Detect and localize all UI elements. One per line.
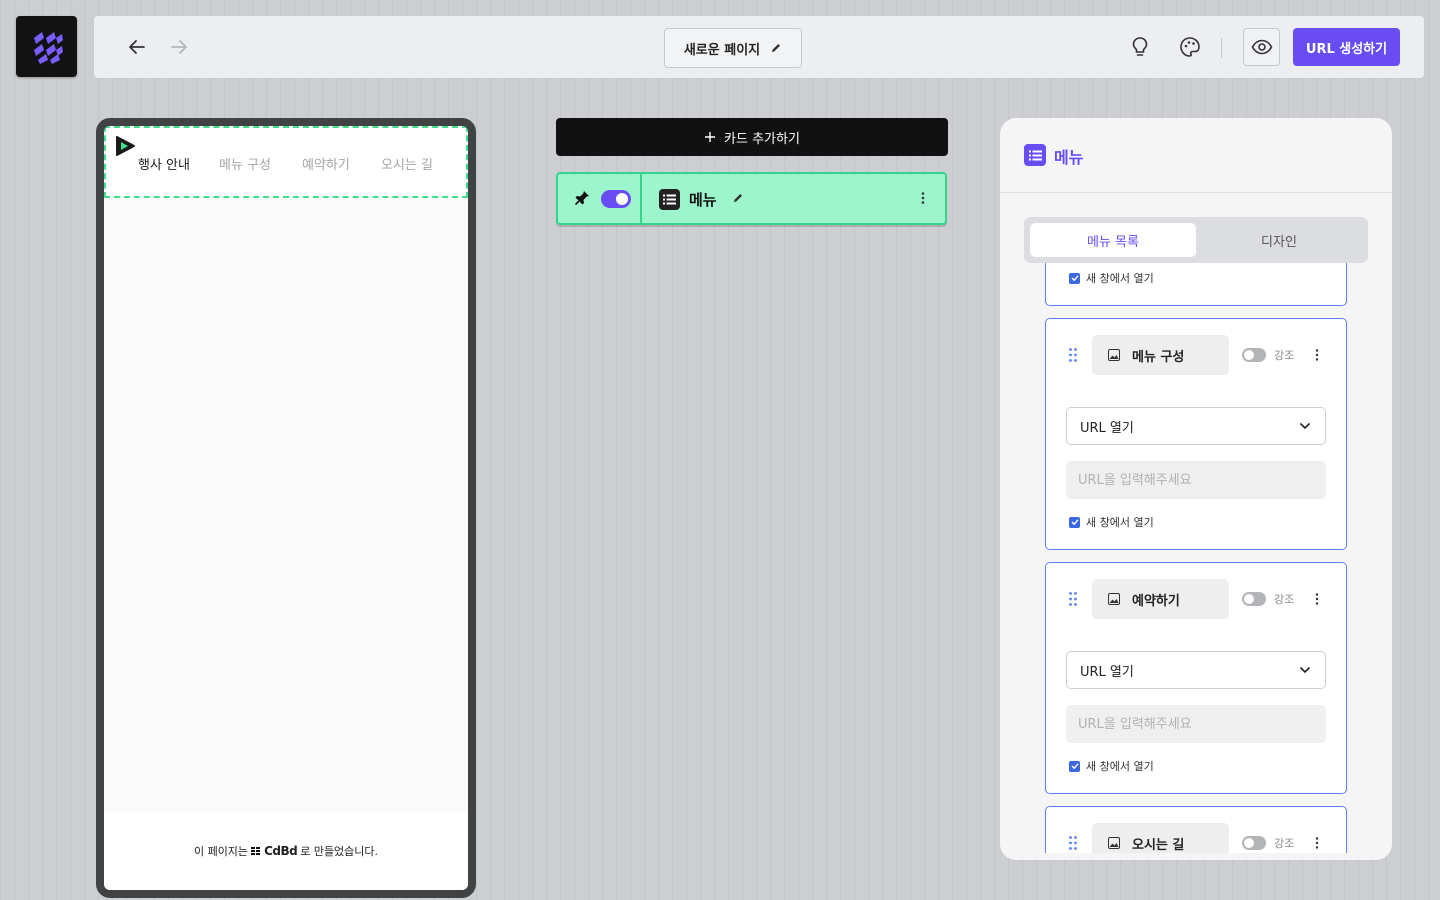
emphasis-toggle[interactable]	[1242, 592, 1266, 606]
url-input[interactable]	[1066, 705, 1326, 743]
tips-button[interactable]	[1124, 31, 1156, 63]
emphasis-label: 강조	[1274, 837, 1295, 850]
add-card-label: 카드 추가하기	[724, 131, 800, 147]
menu-card[interactable]: 메뉴	[556, 172, 947, 225]
pin-icon[interactable]	[574, 190, 590, 206]
phone-preview: 행사 안내 메뉴 구성 예약하기 오시는 길 이 페이지는 CdBd 로 만들었…	[96, 118, 476, 898]
image-icon	[1108, 837, 1120, 849]
pencil-icon	[772, 44, 781, 52]
menu-item-name[interactable]: 오시는 길	[1092, 823, 1229, 853]
new-window-label: 새 창에서 열기	[1086, 272, 1154, 285]
new-window-checkbox[interactable]: 새 창에서 열기	[1069, 758, 1154, 774]
checkbox-checked-icon	[1069, 516, 1080, 528]
lightbulb-icon	[1132, 37, 1148, 56]
tab-design[interactable]: 디자인	[1196, 223, 1362, 257]
panel-title: 메뉴	[1054, 148, 1084, 167]
url-input[interactable]	[1066, 461, 1326, 499]
emphasis-toggle[interactable]	[1242, 836, 1266, 850]
menu-item-name[interactable]: 메뉴 구성	[1092, 335, 1229, 375]
create-url-button[interactable]: URL 생성하기	[1293, 28, 1400, 66]
menu-item-card: 메뉴 구성 강조 URL 열기 새 창에서 열기	[1045, 318, 1347, 550]
toolbar-divider	[1221, 38, 1222, 58]
checkbox-checked-icon	[1069, 760, 1080, 772]
page-name-label: 새로운 페이지	[683, 42, 761, 58]
logo-icon	[33, 31, 63, 64]
link-action-value: URL 열기	[1080, 420, 1134, 436]
play-icon	[116, 136, 135, 156]
card-visibility-toggle[interactable]	[601, 190, 631, 208]
pencil-icon[interactable]	[732, 192, 744, 204]
menu-item-name[interactable]: 예약하기	[1092, 579, 1229, 619]
drag-handle-icon[interactable]	[1068, 347, 1078, 363]
card-controls	[558, 174, 642, 223]
menu-item-card: 오시는 길 강조	[1045, 806, 1347, 853]
tab-menu-list[interactable]: 메뉴 목록	[1030, 223, 1196, 257]
palette-icon	[1180, 37, 1200, 57]
chevron-down-icon	[1299, 666, 1311, 674]
drag-handle-icon[interactable]	[1068, 835, 1078, 851]
list-icon	[659, 189, 680, 210]
footer-prefix: 이 페이지는	[193, 845, 249, 858]
link-action-value: URL 열기	[1080, 664, 1134, 680]
panel-tabs: 메뉴 목록 디자인	[1024, 217, 1368, 263]
more-vertical-icon[interactable]	[915, 190, 931, 206]
link-action-select[interactable]: URL 열기	[1066, 407, 1326, 445]
arrow-left-icon	[129, 40, 145, 54]
new-window-label: 새 창에서 열기	[1086, 760, 1154, 773]
menu-item-name-label: 메뉴 구성	[1132, 349, 1185, 365]
preview-tab-reservation[interactable]: 예약하기	[302, 154, 350, 173]
arrow-right-icon	[171, 40, 187, 54]
new-window-checkbox[interactable]: 새 창에서 열기	[1069, 514, 1154, 530]
preview-tab-menu[interactable]: 메뉴 구성	[219, 154, 271, 173]
new-window-label: 새 창에서 열기	[1086, 516, 1154, 529]
app-logo[interactable]	[16, 16, 77, 77]
preview-footer: 이 페이지는 CdBd 로 만들었습니다.	[104, 812, 468, 890]
emphasis-label: 강조	[1274, 593, 1295, 606]
preview-menu-bar[interactable]: 행사 안내 메뉴 구성 예약하기 오시는 길	[104, 126, 468, 198]
more-vertical-icon[interactable]	[1310, 835, 1324, 851]
checkbox-checked-icon	[1069, 272, 1080, 284]
card-title: 메뉴	[689, 191, 717, 209]
emphasis-toggle[interactable]	[1242, 348, 1266, 362]
image-icon	[1108, 349, 1120, 361]
more-vertical-icon[interactable]	[1310, 347, 1324, 363]
settings-panel: 메뉴 메뉴 목록 디자인 새 창에서 열기 메뉴 구성 강조 URL 열기 UR…	[1000, 118, 1392, 860]
emphasis-label: 강조	[1274, 349, 1295, 362]
preview-tab-directions[interactable]: 오시는 길	[381, 154, 433, 173]
menu-item-name-label: 오시는 길	[1132, 837, 1185, 853]
add-card-button[interactable]: 카드 추가하기	[556, 118, 948, 156]
new-window-checkbox[interactable]: 새 창에서 열기	[1069, 270, 1154, 286]
back-button[interactable]	[122, 32, 152, 62]
menu-item-list[interactable]: 새 창에서 열기 메뉴 구성 강조 URL 열기 새 창에서 열기	[1024, 263, 1368, 853]
preview-tab-event-info[interactable]: 행사 안내	[138, 154, 190, 173]
chevron-down-icon	[1299, 422, 1311, 430]
menu-item-card: 예약하기 강조 URL 열기 새 창에서 열기	[1045, 562, 1347, 794]
panel-header: 메뉴	[1000, 118, 1392, 193]
preview-button[interactable]	[1243, 28, 1280, 66]
brand-logo-icon	[251, 847, 261, 855]
menu-item-card: 새 창에서 열기	[1045, 263, 1347, 306]
list-icon	[1024, 144, 1046, 166]
theme-button[interactable]	[1174, 31, 1206, 63]
image-icon	[1108, 593, 1120, 605]
footer-suffix: 로 만들었습니다.	[300, 845, 379, 858]
menu-item-name-label: 예약하기	[1132, 593, 1180, 609]
footer-brand: CdBd	[264, 844, 298, 858]
top-toolbar: 새로운 페이지 URL 생성하기	[94, 16, 1424, 78]
page-name-button[interactable]: 새로운 페이지	[664, 28, 802, 68]
eye-icon	[1251, 39, 1272, 55]
drag-handle-icon[interactable]	[1068, 591, 1078, 607]
link-action-select[interactable]: URL 열기	[1066, 651, 1326, 689]
plus-icon	[705, 132, 716, 142]
more-vertical-icon[interactable]	[1310, 591, 1324, 607]
forward-button[interactable]	[164, 32, 194, 62]
